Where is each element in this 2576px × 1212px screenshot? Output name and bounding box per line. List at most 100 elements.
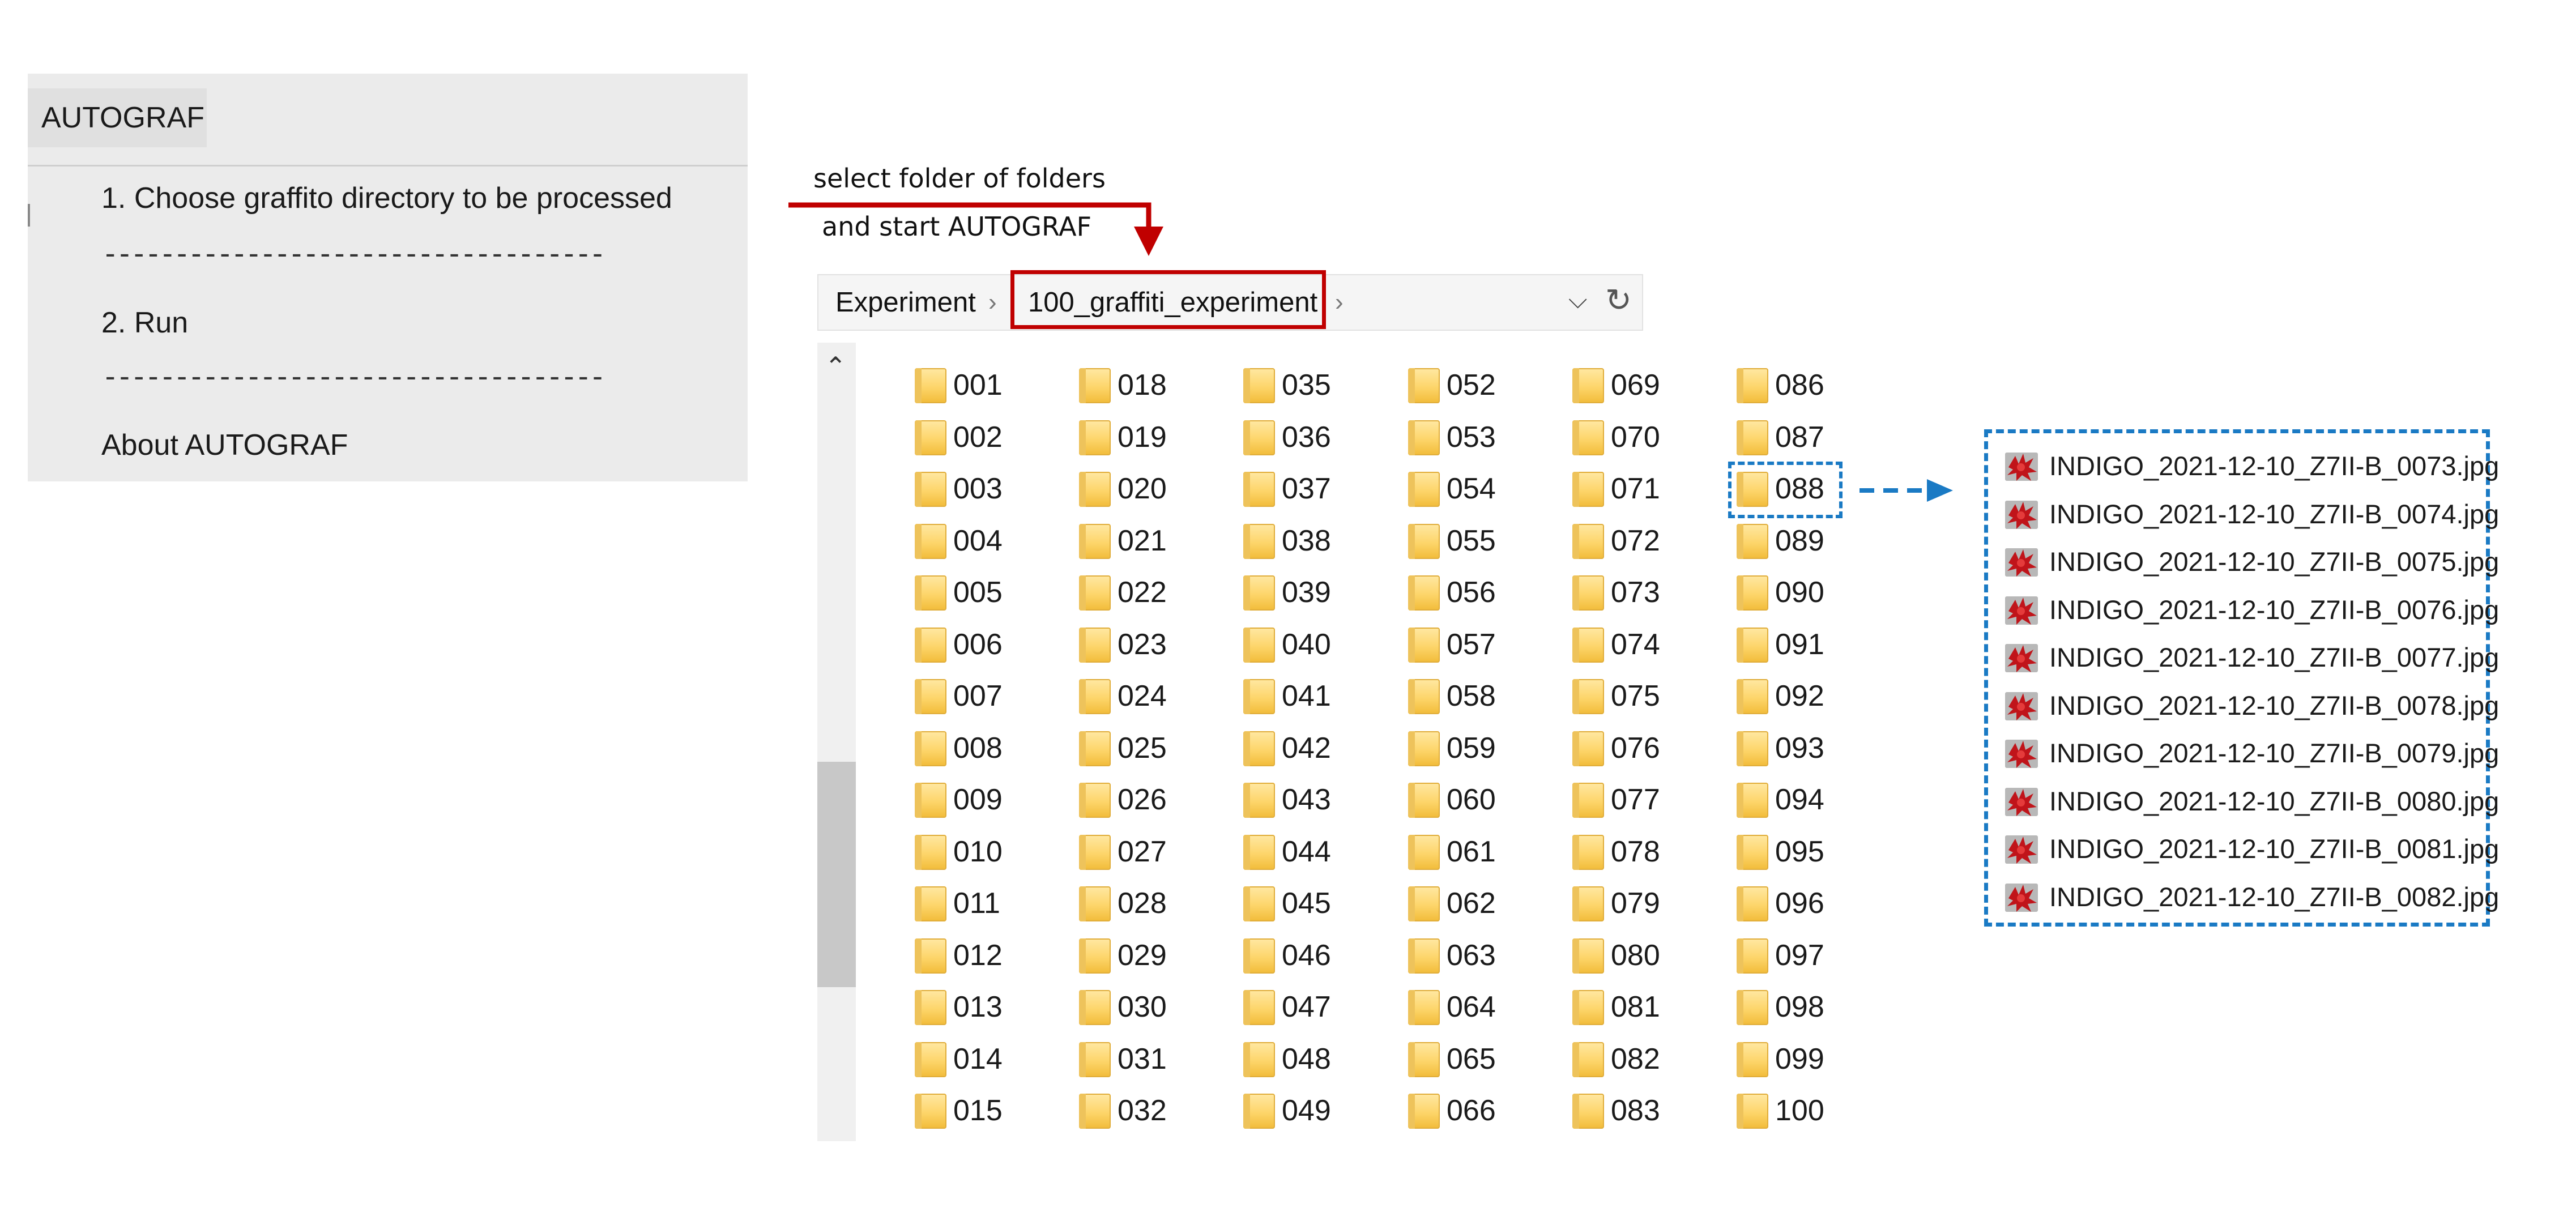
folder-item[interactable]: 056 <box>1408 572 1555 613</box>
file-item[interactable]: INDIGO_2021-12-10_Z7II-B_0073.jpg <box>2004 443 2499 489</box>
folder-item[interactable]: 048 <box>1243 1039 1391 1079</box>
refresh-icon[interactable]: ↻ <box>1605 281 1632 319</box>
folder-item[interactable]: 012 <box>915 935 1062 976</box>
folder-item[interactable]: 023 <box>1079 624 1226 665</box>
file-item[interactable]: INDIGO_2021-12-10_Z7II-B_0079.jpg <box>2004 731 2499 776</box>
folder-item[interactable]: 099 <box>1737 1039 1884 1079</box>
folder-item[interactable]: 080 <box>1572 935 1720 976</box>
file-item[interactable]: INDIGO_2021-12-10_Z7II-B_0082.jpg <box>2004 874 2499 920</box>
folder-item[interactable]: 024 <box>1079 676 1226 716</box>
breadcrumb-experiment[interactable]: Experiment <box>835 275 976 330</box>
folder-item[interactable]: 025 <box>1079 728 1226 769</box>
folder-item[interactable]: 043 <box>1243 779 1391 820</box>
folder-item[interactable]: 075 <box>1572 676 1720 716</box>
file-item[interactable]: INDIGO_2021-12-10_Z7II-B_0078.jpg <box>2004 683 2499 728</box>
folder-item[interactable]: 083 <box>1572 1090 1720 1131</box>
folder-item[interactable]: 053 <box>1408 417 1555 458</box>
folder-item[interactable]: 095 <box>1737 831 1884 872</box>
folder-item[interactable]: 044 <box>1243 831 1391 872</box>
folder-item[interactable]: 018 <box>1079 365 1226 406</box>
folder-item[interactable]: 072 <box>1572 520 1720 561</box>
file-item[interactable]: INDIGO_2021-12-10_Z7II-B_0075.jpg <box>2004 539 2499 584</box>
folder-item[interactable]: 092 <box>1737 676 1884 716</box>
folder-item[interactable]: 074 <box>1572 624 1720 665</box>
scrollbar-thumb[interactable] <box>817 762 856 987</box>
file-item[interactable]: INDIGO_2021-12-10_Z7II-B_0074.jpg <box>2004 492 2499 537</box>
folder-item[interactable]: 008 <box>915 728 1062 769</box>
folder-item[interactable]: 042 <box>1243 728 1391 769</box>
chevron-down-icon[interactable]: ⌵ <box>1568 286 1587 314</box>
folder-item[interactable]: 035 <box>1243 365 1391 406</box>
folder-item[interactable]: 058 <box>1408 676 1555 716</box>
file-item[interactable]: INDIGO_2021-12-10_Z7II-B_0076.jpg <box>2004 587 2499 633</box>
folder-item[interactable]: 026 <box>1079 779 1226 820</box>
folder-item[interactable]: 066 <box>1408 1090 1555 1131</box>
folder-item[interactable]: 098 <box>1737 987 1884 1027</box>
folder-item[interactable]: 040 <box>1243 624 1391 665</box>
file-item[interactable]: INDIGO_2021-12-10_Z7II-B_0077.jpg <box>2004 635 2499 680</box>
folder-item[interactable]: 021 <box>1079 520 1226 561</box>
folder-item[interactable]: 007 <box>915 676 1062 716</box>
folder-item[interactable]: 014 <box>915 1039 1062 1079</box>
folder-item[interactable]: 090 <box>1737 572 1884 613</box>
folder-item[interactable]: 002 <box>915 417 1062 458</box>
file-item[interactable]: INDIGO_2021-12-10_Z7II-B_0081.jpg <box>2004 826 2499 872</box>
folder-item[interactable]: 064 <box>1408 987 1555 1027</box>
folder-item[interactable]: 011 <box>915 883 1062 924</box>
folder-item[interactable]: 022 <box>1079 572 1226 613</box>
folder-item[interactable]: 052 <box>1408 365 1555 406</box>
folder-item[interactable]: 060 <box>1408 779 1555 820</box>
folder-item[interactable]: 087 <box>1737 417 1884 458</box>
folder-item[interactable]: 004 <box>915 520 1062 561</box>
folder-item[interactable]: 001 <box>915 365 1062 406</box>
folder-item[interactable]: 046 <box>1243 935 1391 976</box>
folder-item[interactable]: 010 <box>915 831 1062 872</box>
folder-item[interactable]: 055 <box>1408 520 1555 561</box>
folder-item[interactable]: 063 <box>1408 935 1555 976</box>
scroll-up-icon[interactable]: ⌃ <box>825 351 847 382</box>
folder-item[interactable]: 069 <box>1572 365 1720 406</box>
folder-item[interactable]: 028 <box>1079 883 1226 924</box>
folder-item[interactable]: 082 <box>1572 1039 1720 1079</box>
folder-item[interactable]: 015 <box>915 1090 1062 1131</box>
folder-item[interactable]: 031 <box>1079 1039 1226 1079</box>
folder-item[interactable]: 086 <box>1737 365 1884 406</box>
folder-item[interactable]: 036 <box>1243 417 1391 458</box>
folder-item[interactable]: 091 <box>1737 624 1884 665</box>
folder-item[interactable]: 057 <box>1408 624 1555 665</box>
folder-item[interactable]: 071 <box>1572 468 1720 509</box>
folder-item[interactable]: 062 <box>1408 883 1555 924</box>
folder-item[interactable]: 065 <box>1408 1039 1555 1079</box>
folder-item[interactable]: 096 <box>1737 883 1884 924</box>
folder-item[interactable]: 070 <box>1572 417 1720 458</box>
folder-item[interactable]: 079 <box>1572 883 1720 924</box>
folder-item[interactable]: 045 <box>1243 883 1391 924</box>
folder-item[interactable]: 038 <box>1243 520 1391 561</box>
folder-item[interactable]: 047 <box>1243 987 1391 1027</box>
folder-item[interactable]: 039 <box>1243 572 1391 613</box>
folder-item[interactable]: 089 <box>1737 520 1884 561</box>
folder-item[interactable]: 100 <box>1737 1090 1884 1131</box>
folder-item[interactable]: 020 <box>1079 468 1226 509</box>
folder-item[interactable]: 049 <box>1243 1090 1391 1131</box>
folder-item[interactable]: 059 <box>1408 728 1555 769</box>
folder-item[interactable]: 081 <box>1572 987 1720 1027</box>
folder-item[interactable]: 078 <box>1572 831 1720 872</box>
folder-item[interactable]: 061 <box>1408 831 1555 872</box>
folder-item[interactable]: 097 <box>1737 935 1884 976</box>
folder-item[interactable]: 005 <box>915 572 1062 613</box>
file-item[interactable]: INDIGO_2021-12-10_Z7II-B_0080.jpg <box>2004 779 2499 824</box>
folder-item[interactable]: 073 <box>1572 572 1720 613</box>
folder-item[interactable]: 076 <box>1572 728 1720 769</box>
folder-item[interactable]: 077 <box>1572 779 1720 820</box>
folder-item[interactable]: 054 <box>1408 468 1555 509</box>
folder-item[interactable]: 030 <box>1079 987 1226 1027</box>
folder-item[interactable]: 009 <box>915 779 1062 820</box>
folder-item[interactable]: 027 <box>1079 831 1226 872</box>
folder-item[interactable]: 013 <box>915 987 1062 1027</box>
folder-item[interactable]: 006 <box>915 624 1062 665</box>
folder-item[interactable]: 032 <box>1079 1090 1226 1131</box>
folder-item[interactable]: 037 <box>1243 468 1391 509</box>
folder-item[interactable]: 019 <box>1079 417 1226 458</box>
folder-item[interactable]: 003 <box>915 468 1062 509</box>
